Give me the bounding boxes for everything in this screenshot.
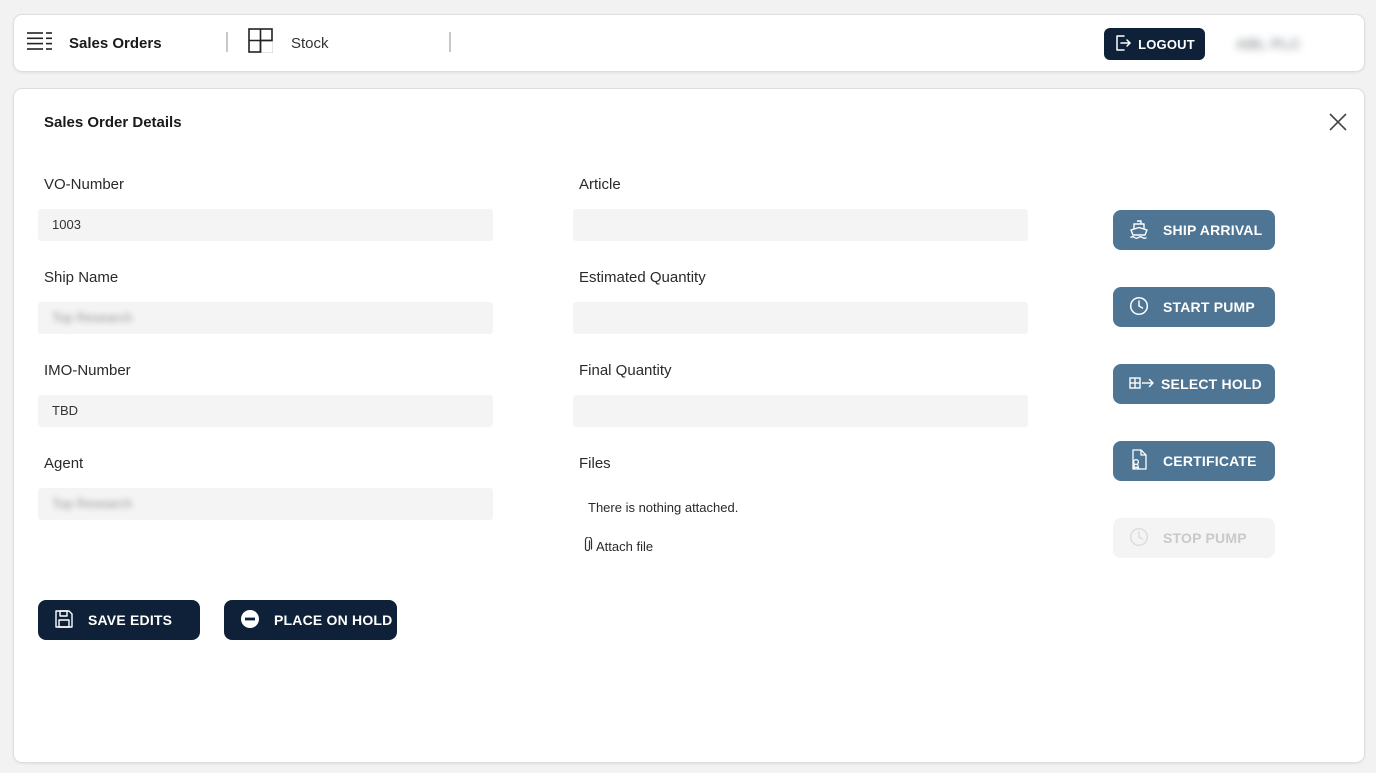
nav-item-sales-orders[interactable]: Sales Orders bbox=[26, 15, 162, 71]
files-empty-message: There is nothing attached. bbox=[588, 500, 739, 515]
paperclip-icon bbox=[582, 536, 596, 556]
logout-icon bbox=[1114, 34, 1138, 55]
save-edits-button[interactable]: SAVE EDITS bbox=[38, 600, 200, 640]
certificate-label: CERTIFICATE bbox=[1163, 453, 1257, 469]
field-value: TBD bbox=[52, 403, 78, 418]
attach-file-link[interactable]: Attach file bbox=[582, 536, 654, 556]
final-quantity-field[interactable] bbox=[573, 395, 1028, 427]
close-icon bbox=[1328, 113, 1348, 136]
start-pump-label: START PUMP bbox=[1163, 299, 1255, 315]
stop-pump-button[interactable]: STOP PUMP bbox=[1113, 518, 1275, 558]
agent-label: Agent bbox=[44, 455, 84, 472]
vo-number-field[interactable]: 1003 bbox=[38, 209, 493, 241]
ship-arrival-label: SHIP ARRIVAL bbox=[1163, 222, 1263, 238]
panel-title: Sales Order Details bbox=[44, 114, 182, 131]
field-value: Top Research bbox=[52, 310, 133, 325]
select-hold-label: SELECT HOLD bbox=[1161, 376, 1262, 392]
ship-icon bbox=[1129, 219, 1163, 242]
article-label: Article bbox=[579, 176, 621, 193]
logout-button[interactable]: LOGOUT bbox=[1104, 28, 1205, 60]
place-on-hold-button[interactable]: PLACE ON HOLD bbox=[224, 600, 397, 640]
estimated-quantity-label: Estimated Quantity bbox=[579, 269, 706, 286]
field-value: 1003 bbox=[52, 217, 81, 232]
sales-order-details-panel: Sales Order Details VO-Number 1003 Ship … bbox=[14, 89, 1364, 762]
stop-pump-label: STOP PUMP bbox=[1163, 530, 1247, 546]
certificate-icon bbox=[1129, 448, 1163, 474]
article-field[interactable] bbox=[573, 209, 1028, 241]
ship-name-label: Ship Name bbox=[44, 269, 119, 286]
top-navigation-bar: Sales Orders Stock LOGOUT ABL PLC bbox=[14, 15, 1364, 71]
save-edits-label: SAVE EDITS bbox=[88, 612, 173, 628]
place-on-hold-label: PLACE ON HOLD bbox=[274, 612, 393, 628]
clock-icon bbox=[1129, 527, 1163, 550]
grid-icon bbox=[248, 28, 273, 58]
certificate-button[interactable]: CERTIFICATE bbox=[1113, 441, 1275, 481]
nav-divider bbox=[449, 32, 451, 52]
vo-number-label: VO-Number bbox=[44, 176, 125, 193]
final-quantity-label: Final Quantity bbox=[579, 362, 672, 379]
logout-label: LOGOUT bbox=[1138, 36, 1195, 52]
ship-name-field[interactable]: Top Research bbox=[38, 302, 493, 334]
attach-file-label: Attach file bbox=[596, 539, 654, 554]
nav-item-label: Sales Orders bbox=[69, 34, 162, 52]
user-name: ABL PLC bbox=[1236, 35, 1301, 53]
nav-divider bbox=[226, 32, 228, 52]
select-hold-button[interactable]: SELECT HOLD bbox=[1113, 364, 1275, 404]
start-pump-button[interactable]: START PUMP bbox=[1113, 287, 1275, 327]
grid-arrow-icon bbox=[1129, 375, 1161, 394]
imo-number-field[interactable]: TBD bbox=[38, 395, 493, 427]
nav-item-stock[interactable]: Stock bbox=[248, 15, 329, 71]
imo-number-label: IMO-Number bbox=[44, 362, 131, 379]
files-label: Files bbox=[579, 455, 611, 472]
estimated-quantity-field[interactable] bbox=[573, 302, 1028, 334]
nav-item-label: Stock bbox=[291, 34, 329, 52]
minus-circle-icon bbox=[240, 609, 274, 632]
field-value: Top Research bbox=[52, 496, 133, 511]
ship-arrival-button[interactable]: SHIP ARRIVAL bbox=[1113, 210, 1275, 250]
clock-icon bbox=[1129, 296, 1163, 319]
agent-field[interactable]: Top Research bbox=[38, 488, 493, 520]
list-icon bbox=[26, 31, 53, 56]
floppy-disk-icon bbox=[54, 609, 88, 632]
close-button[interactable] bbox=[1328, 112, 1348, 132]
